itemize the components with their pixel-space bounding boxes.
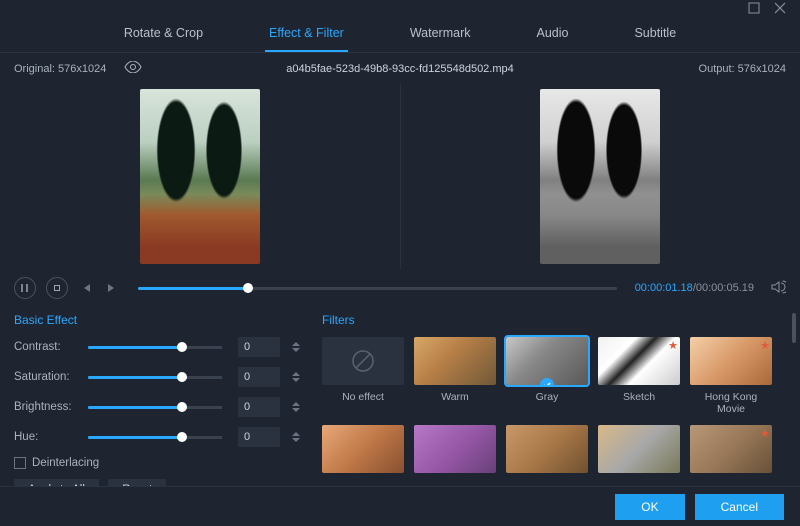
filter-label-gray: Gray <box>506 391 588 403</box>
contrast-label: Contrast: <box>14 341 78 353</box>
volume-icon[interactable] <box>770 279 786 298</box>
star-icon: ★ <box>760 339 770 352</box>
filter-sketch[interactable]: ★ <box>598 337 680 385</box>
saturation-up[interactable] <box>292 372 300 376</box>
star-icon: ★ <box>668 339 678 352</box>
saturation-value[interactable]: 0 <box>238 367 280 387</box>
filter-label-sketch: Sketch <box>598 391 680 403</box>
ok-button[interactable]: OK <box>615 494 684 520</box>
filter-row2-5[interactable]: ★ <box>690 425 772 473</box>
tab-effect-filter[interactable]: Effect & Filter <box>265 26 348 52</box>
prev-frame-button[interactable] <box>78 280 94 296</box>
filter-label-hk: Hong Kong Movie <box>690 391 772 415</box>
hue-up[interactable] <box>292 432 300 436</box>
cancel-button[interactable]: Cancel <box>695 494 784 520</box>
contrast-value[interactable]: 0 <box>238 337 280 357</box>
close-icon[interactable] <box>774 2 786 17</box>
filter-row2-4[interactable] <box>598 425 680 473</box>
output-thumbnail <box>540 89 660 264</box>
contrast-down[interactable] <box>292 348 300 352</box>
pause-button[interactable] <box>14 277 36 299</box>
filter-row2-2[interactable] <box>414 425 496 473</box>
hue-label: Hue: <box>14 431 78 443</box>
filename: a04b5fae-523d-49b8-93cc-fd125548d502.mp4 <box>286 63 514 75</box>
output-dimensions: Output: 576x1024 <box>699 63 786 75</box>
filter-warm[interactable] <box>414 337 496 385</box>
star-icon: ★ <box>760 427 770 440</box>
contrast-up[interactable] <box>292 342 300 346</box>
hue-value[interactable]: 0 <box>238 427 280 447</box>
original-dimensions: Original: 576x1024 <box>14 63 106 75</box>
tab-rotate-crop[interactable]: Rotate & Crop <box>120 26 207 52</box>
deinterlacing-label: Deinterlacing <box>32 457 99 469</box>
brightness-down[interactable] <box>292 408 300 412</box>
filters-scrollbar[interactable] <box>792 313 796 343</box>
filter-gray[interactable] <box>506 337 588 385</box>
no-effect-icon <box>350 348 376 374</box>
contrast-slider[interactable] <box>88 346 222 349</box>
deinterlacing-checkbox[interactable] <box>14 457 26 469</box>
tab-audio[interactable]: Audio <box>532 26 572 52</box>
eye-icon[interactable] <box>124 61 142 76</box>
brightness-label: Brightness: <box>14 401 78 413</box>
original-thumbnail <box>140 89 260 264</box>
filter-row2-1[interactable] <box>322 425 404 473</box>
brightness-slider[interactable] <box>88 406 222 409</box>
hue-slider[interactable] <box>88 436 222 439</box>
basic-effect-title: Basic Effect <box>14 313 304 327</box>
saturation-down[interactable] <box>292 378 300 382</box>
next-frame-button[interactable] <box>104 280 120 296</box>
stop-button[interactable] <box>46 277 68 299</box>
brightness-value[interactable]: 0 <box>238 397 280 417</box>
filter-hong-kong-movie[interactable]: ★ <box>690 337 772 385</box>
tab-subtitle[interactable]: Subtitle <box>630 26 680 52</box>
check-icon <box>540 378 554 385</box>
preview-original <box>0 84 401 269</box>
preview-output <box>401 84 800 269</box>
filter-label-no-effect: No effect <box>322 391 404 403</box>
filter-no-effect[interactable] <box>322 337 404 385</box>
filter-label-warm: Warm <box>414 391 496 403</box>
saturation-slider[interactable] <box>88 376 222 379</box>
time-display: 00:00:01.18/00:00:05.19 <box>635 282 754 294</box>
brightness-up[interactable] <box>292 402 300 406</box>
filter-row2-3[interactable] <box>506 425 588 473</box>
timeline-slider[interactable] <box>138 287 617 290</box>
saturation-label: Saturation: <box>14 371 78 383</box>
hue-down[interactable] <box>292 438 300 442</box>
maximize-icon[interactable] <box>748 2 760 17</box>
filters-title: Filters <box>322 313 786 327</box>
tab-watermark[interactable]: Watermark <box>406 26 475 52</box>
tabs: Rotate & Crop Effect & Filter Watermark … <box>0 18 800 53</box>
